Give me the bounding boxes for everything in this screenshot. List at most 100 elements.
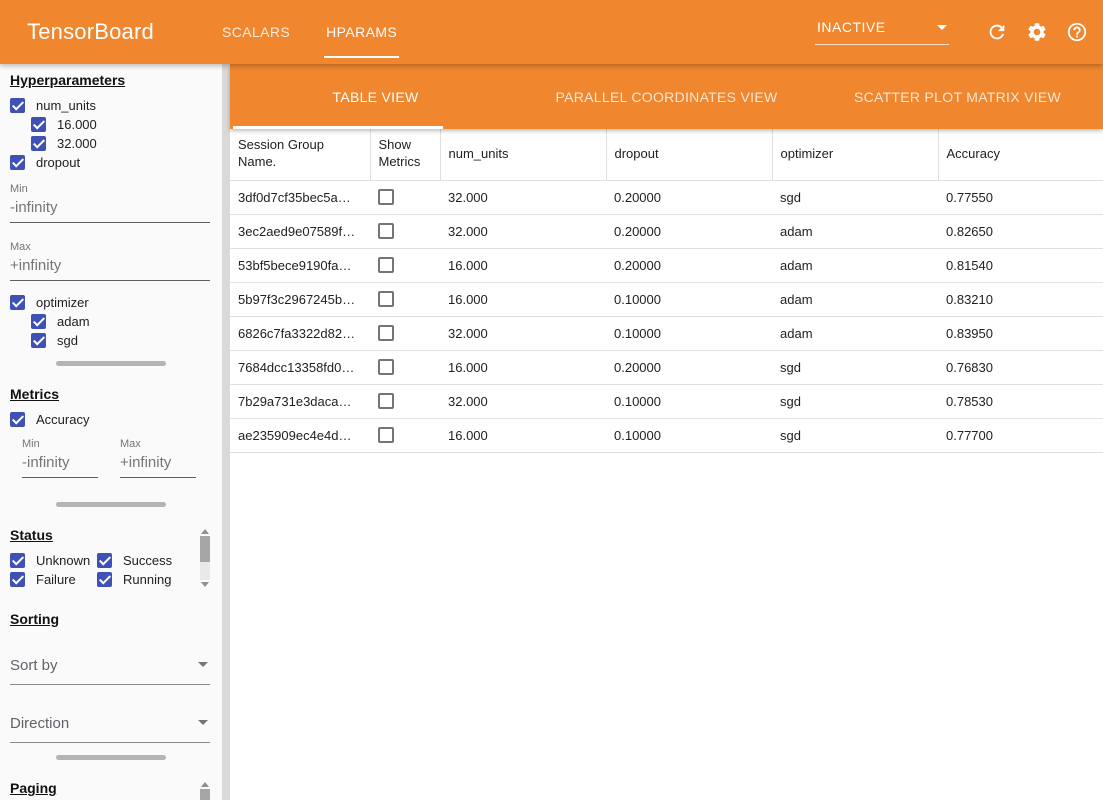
paging-scrollbar[interactable] [200,780,210,800]
status-failure-row[interactable]: Failure [10,570,97,588]
status-running-checkbox[interactable] [97,572,112,587]
dropout-value: 0.20000 [606,214,772,248]
num-units-value-row[interactable]: 32.000 [31,134,210,152]
status-success-row[interactable]: Success [97,551,195,569]
scrollbar-track[interactable] [200,789,210,800]
sorting-title: Sorting [10,611,210,627]
dropout-max-input[interactable] [10,253,210,281]
tab-scatter-plot-matrix-view[interactable]: SCATTER PLOT MATRIX VIEW [812,64,1103,129]
sorting-panel: Sorting Sort by Direction [0,603,222,743]
accuracy-checkbox[interactable] [10,412,25,427]
direction-value: Direction [10,715,69,732]
table-row[interactable]: 7684dcc13358fd0… 16.000 0.20000 sgd 0.76… [230,350,1103,384]
tab-parallel-coordinates-label: PARALLEL COORDINATES VIEW [556,89,778,105]
metric-accuracy-row[interactable]: Accuracy [10,410,210,428]
num-units-value: 32.000 [440,214,606,248]
sort-by-dropdown[interactable]: Sort by [10,655,210,685]
table-header-row: Session Group Name. Show Metrics num_uni… [230,129,1103,180]
optimizer-value: sgd [772,350,938,384]
optimizer-adam-label: adam [57,314,90,329]
refresh-button[interactable] [985,20,1009,44]
tab-scalars[interactable]: SCALARS [204,0,308,64]
scroll-up-arrow-icon[interactable] [200,527,210,536]
col-header-optimizer[interactable]: optimizer [772,129,938,180]
status-unknown-checkbox[interactable] [10,553,25,568]
show-metrics-checkbox[interactable] [378,223,394,239]
dropdown-arrow-icon [198,662,208,667]
col-header-num-units[interactable]: num_units [440,129,606,180]
table-row[interactable]: 6826c7fa3322d82… 32.000 0.10000 adam 0.8… [230,316,1103,350]
status-panel: Status Unknown Success Failure Running [0,519,222,589]
table-row[interactable]: ae235909ec4e4d… 16.000 0.10000 sgd 0.777… [230,418,1103,452]
tab-parallel-coordinates-view[interactable]: PARALLEL COORDINATES VIEW [521,64,812,129]
scroll-up-arrow-icon[interactable] [200,780,210,789]
tab-table-view[interactable]: TABLE VIEW [230,64,521,129]
hparam-dropout-row[interactable]: dropout [10,153,210,171]
hparam-num-units-row[interactable]: num_units [10,96,210,114]
dropout-value: 0.20000 [606,248,772,282]
show-metrics-checkbox[interactable] [378,291,394,307]
settings-button[interactable] [1025,20,1049,44]
num-units-label: num_units [36,98,96,113]
table-row[interactable]: 3ec2aed9e07589f… 32.000 0.20000 adam 0.8… [230,214,1103,248]
status-success-checkbox[interactable] [97,553,112,568]
num-units-16-checkbox[interactable] [31,117,46,132]
scrollbar-thumb[interactable] [200,789,210,800]
accuracy-value: 0.83210 [938,282,1103,316]
show-metrics-checkbox[interactable] [378,189,394,205]
session-groups-table: Session Group Name. Show Metrics num_uni… [230,129,1103,453]
show-metrics-checkbox[interactable] [378,427,394,443]
dropout-value: 0.20000 [606,180,772,214]
scroll-down-arrow-icon[interactable] [200,580,210,589]
status-failure-checkbox[interactable] [10,572,25,587]
status-unknown-row[interactable]: Unknown [10,551,97,569]
help-button[interactable] [1065,20,1089,44]
section-resize-handle[interactable] [56,502,166,507]
scrollbar-thumb[interactable] [200,536,210,562]
table-row[interactable]: 3df0d7cf35bec5a… 32.000 0.20000 sgd 0.77… [230,180,1103,214]
optimizer-value-row[interactable]: sgd [31,331,210,349]
optimizer-value-row[interactable]: adam [31,312,210,330]
session-group-name: 7b29a731e3daca… [230,384,370,418]
section-resize-handle[interactable] [56,361,166,366]
dropout-min-input[interactable] [10,195,210,223]
hparams-sidebar: Hyperparameters num_units 16.000 32.000 … [0,64,222,800]
table-row[interactable]: 7b29a731e3daca… 32.000 0.10000 sgd 0.785… [230,384,1103,418]
show-metrics-checkbox[interactable] [378,393,394,409]
show-metrics-checkbox[interactable] [378,359,394,375]
status-options: Unknown Success Failure Running [10,551,195,589]
direction-dropdown[interactable]: Direction [10,713,210,743]
show-metrics-checkbox[interactable] [378,257,394,273]
accuracy-min-input[interactable] [22,450,98,478]
data-status-dropdown[interactable]: INACTIVE [815,19,949,45]
tab-hparams[interactable]: HPARAMS [308,0,415,64]
num-units-32-label: 32.000 [57,136,97,151]
optimizer-sgd-checkbox[interactable] [31,333,46,348]
status-scrollbar[interactable] [200,527,210,589]
metrics-panel: Metrics Accuracy Min Max [0,378,222,490]
dropout-value: 0.10000 [606,384,772,418]
accuracy-value: 0.82650 [938,214,1103,248]
dropout-value: 0.10000 [606,418,772,452]
col-header-accuracy[interactable]: Accuracy [938,129,1103,180]
col-header-dropout[interactable]: dropout [606,129,772,180]
hparam-optimizer-row[interactable]: optimizer [10,293,210,311]
dropout-checkbox[interactable] [10,155,25,170]
col-header-session-group-name[interactable]: Session Group Name. [230,129,370,180]
plugin-nav-tabs: SCALARS HPARAMS [204,0,415,64]
section-resize-handle[interactable] [56,755,166,760]
hyperparameters-panel: Hyperparameters num_units 16.000 32.000 … [0,64,222,349]
optimizer-adam-checkbox[interactable] [31,314,46,329]
accuracy-max-input[interactable] [120,450,196,478]
num-units-checkbox[interactable] [10,98,25,113]
num-units-32-checkbox[interactable] [31,136,46,151]
show-metrics-checkbox[interactable] [378,325,394,341]
col-header-show-metrics[interactable]: Show Metrics [370,129,440,180]
status-running-row[interactable]: Running [97,570,195,588]
optimizer-checkbox[interactable] [10,295,25,310]
tab-hparams-label: HPARAMS [326,24,397,40]
num-units-value-row[interactable]: 16.000 [31,115,210,133]
scrollbar-track[interactable] [200,536,210,580]
table-row[interactable]: 53bf5bece9190fa… 16.000 0.20000 adam 0.8… [230,248,1103,282]
table-row[interactable]: 5b97f3c2967245b… 16.000 0.10000 adam 0.8… [230,282,1103,316]
